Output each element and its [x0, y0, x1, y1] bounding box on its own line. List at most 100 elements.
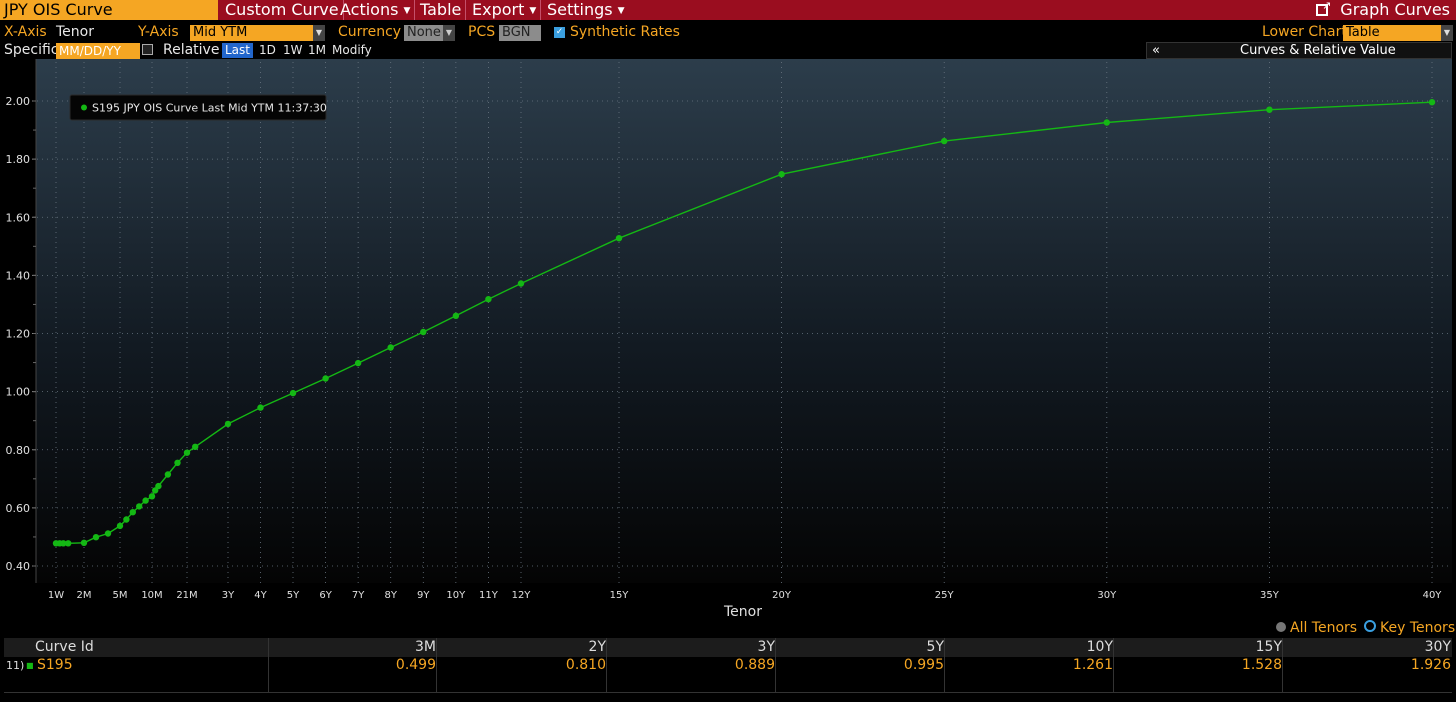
x-tick-label: 25Y [935, 590, 955, 601]
header-3y: 3Y [757, 639, 775, 655]
data-point-30Y[interactable] [1103, 119, 1111, 126]
legend-label: S195 JPY OIS Curve Last Mid YTM 11:37:30 [92, 102, 327, 115]
header-10y: 10Y [1086, 639, 1113, 655]
page-title[interactable]: JPY OIS Curve [0, 0, 218, 20]
collapse-icon[interactable]: « [1152, 43, 1160, 58]
y-tick-label: 1.60 [6, 211, 31, 224]
data-point-11Y[interactable] [485, 296, 492, 303]
x-tick-label: 35Y [1260, 590, 1280, 601]
menu-custom-curve-label: Custom Curve [225, 0, 339, 19]
lower-chart-select[interactable]: Table ▼ [1343, 25, 1453, 41]
key-tenors-toggle[interactable]: Key Tenors [1364, 620, 1455, 636]
x-tick-label: 1W [48, 590, 64, 601]
data-point-18M[interactable] [174, 459, 181, 466]
currency-label: Currency [338, 24, 402, 40]
pcs-field[interactable]: BGN [499, 25, 541, 41]
data-point-9M[interactable] [142, 497, 149, 504]
data-point-6M[interactable] [123, 516, 130, 523]
x-tick-label: 21M [176, 590, 197, 601]
xaxis-value[interactable]: Tenor [56, 24, 94, 40]
date-controls-row: Specific MM/DD/YY Relative Last 1D 1W 1M… [0, 42, 1456, 59]
x-axis-title: Tenor [723, 604, 762, 620]
data-point-8Y[interactable] [387, 344, 394, 351]
x-tick-label: 2M [77, 590, 92, 601]
row-value-2y: 0.810 [565, 657, 606, 673]
data-point-10M[interactable] [148, 493, 156, 500]
chevron-down-icon: ▼ [403, 6, 411, 16]
y-tick-label: 1.20 [6, 328, 31, 341]
curve-table: Curve Id 3M 2Y 3Y 5Y 10Y 15Y 30Y 11) ■ S… [4, 638, 1452, 694]
data-point-2Y[interactable] [192, 443, 199, 450]
data-point-12Y[interactable] [517, 280, 525, 287]
range-button-1d[interactable]: 1D [259, 43, 276, 57]
external-link-icon: ↗ [1316, 0, 1331, 16]
row-value-10y: 1.261 [1072, 657, 1113, 673]
currency-select-value: None [407, 25, 441, 40]
data-point-21M[interactable] [183, 449, 191, 456]
data-point-4Y[interactable] [257, 404, 264, 411]
curves-relative-value-panel[interactable]: « Curves & Relative Value [1146, 42, 1452, 59]
data-point-40Y[interactable] [1428, 99, 1436, 106]
data-point-10Y[interactable] [452, 312, 460, 319]
y-tick-label: 1.80 [6, 153, 31, 166]
menu-settings[interactable]: Settings ▼ [547, 0, 625, 20]
data-point-35Y[interactable] [1266, 106, 1273, 113]
x-tick-label: 5M [113, 590, 128, 601]
data-point-1M[interactable] [65, 540, 72, 547]
graph-curves-button[interactable]: ↗ Graph Curves [1316, 0, 1450, 20]
calendar-icon[interactable] [142, 44, 153, 55]
menu-settings-label: Settings [547, 0, 613, 19]
x-tick-label: 6Y [319, 590, 332, 601]
modify-button[interactable]: Modify [332, 43, 372, 57]
data-point-4M[interactable] [104, 530, 112, 537]
x-tick-label: 30Y [1097, 590, 1117, 601]
data-point-25Y[interactable] [941, 137, 948, 145]
data-point-9Y[interactable] [420, 328, 427, 336]
column-divider [775, 638, 776, 692]
data-point-2M[interactable] [80, 539, 88, 546]
data-point-20Y[interactable] [778, 171, 785, 178]
date-input[interactable]: MM/DD/YY [56, 43, 140, 59]
chart-area: 0.40 0.60 0.80 1.00 1.20 1.40 1.60 1.80 2.00 1W 2… [0, 59, 1456, 635]
range-button-1w[interactable]: 1W [283, 43, 303, 57]
data-point-6Y[interactable] [322, 375, 329, 382]
data-point-15M[interactable] [164, 471, 172, 478]
menu-table[interactable]: Table [420, 0, 467, 20]
synthetic-rates-checkbox[interactable]: ✓ [554, 27, 565, 38]
curves-relative-value-label: Curves & Relative Value [1240, 43, 1396, 58]
header-30y: 30Y [1424, 639, 1451, 655]
data-point-3M[interactable] [92, 534, 100, 541]
range-button-last[interactable]: Last [222, 43, 253, 58]
yaxis-label: Y-Axis [138, 24, 179, 40]
data-point-1Y[interactable] [155, 482, 162, 490]
y-tick-label: 1.40 [6, 269, 31, 282]
menu-custom-curve[interactable]: Custom Curve [225, 0, 344, 20]
series-color-swatch: ■ [26, 661, 34, 670]
column-divider [1113, 638, 1114, 692]
data-point-15Y[interactable] [615, 235, 623, 242]
pcs-field-value: BGN [502, 25, 531, 40]
menu-actions[interactable]: Actions ▼ [340, 0, 416, 20]
axis-controls-row: X-Axis Tenor Y-Axis Mid YTM ▼ Currency N… [0, 22, 1456, 42]
chart-legend[interactable]: S195 JPY OIS Curve Last Mid YTM 11:37:30 [69, 94, 327, 121]
xaxis-label: X-Axis [4, 24, 47, 40]
data-point-5Y[interactable] [289, 389, 297, 397]
data-point-7M[interactable] [129, 509, 136, 516]
x-tick-label: 4Y [254, 590, 267, 601]
menu-export[interactable]: Export ▼ [472, 0, 542, 20]
range-button-1m[interactable]: 1M [308, 43, 326, 57]
all-tenors-toggle[interactable]: All Tenors [1276, 620, 1357, 636]
chevron-down-icon: ▼ [1441, 25, 1453, 41]
chevron-down-icon: ▼ [443, 25, 455, 41]
data-point-5M[interactable] [116, 522, 124, 530]
currency-select[interactable]: None ▼ [404, 25, 455, 41]
menu-separator [414, 0, 416, 20]
y-tick-label: 0.40 [6, 560, 31, 573]
data-point-8M[interactable] [136, 503, 143, 510]
x-tick-label: 9Y [417, 590, 430, 601]
yaxis-select[interactable]: Mid YTM ▼ [190, 25, 325, 41]
data-point-7Y[interactable] [354, 359, 362, 367]
data-point-3Y[interactable] [224, 420, 232, 428]
header-5y: 5Y [926, 639, 944, 655]
menu-separator [465, 0, 467, 20]
